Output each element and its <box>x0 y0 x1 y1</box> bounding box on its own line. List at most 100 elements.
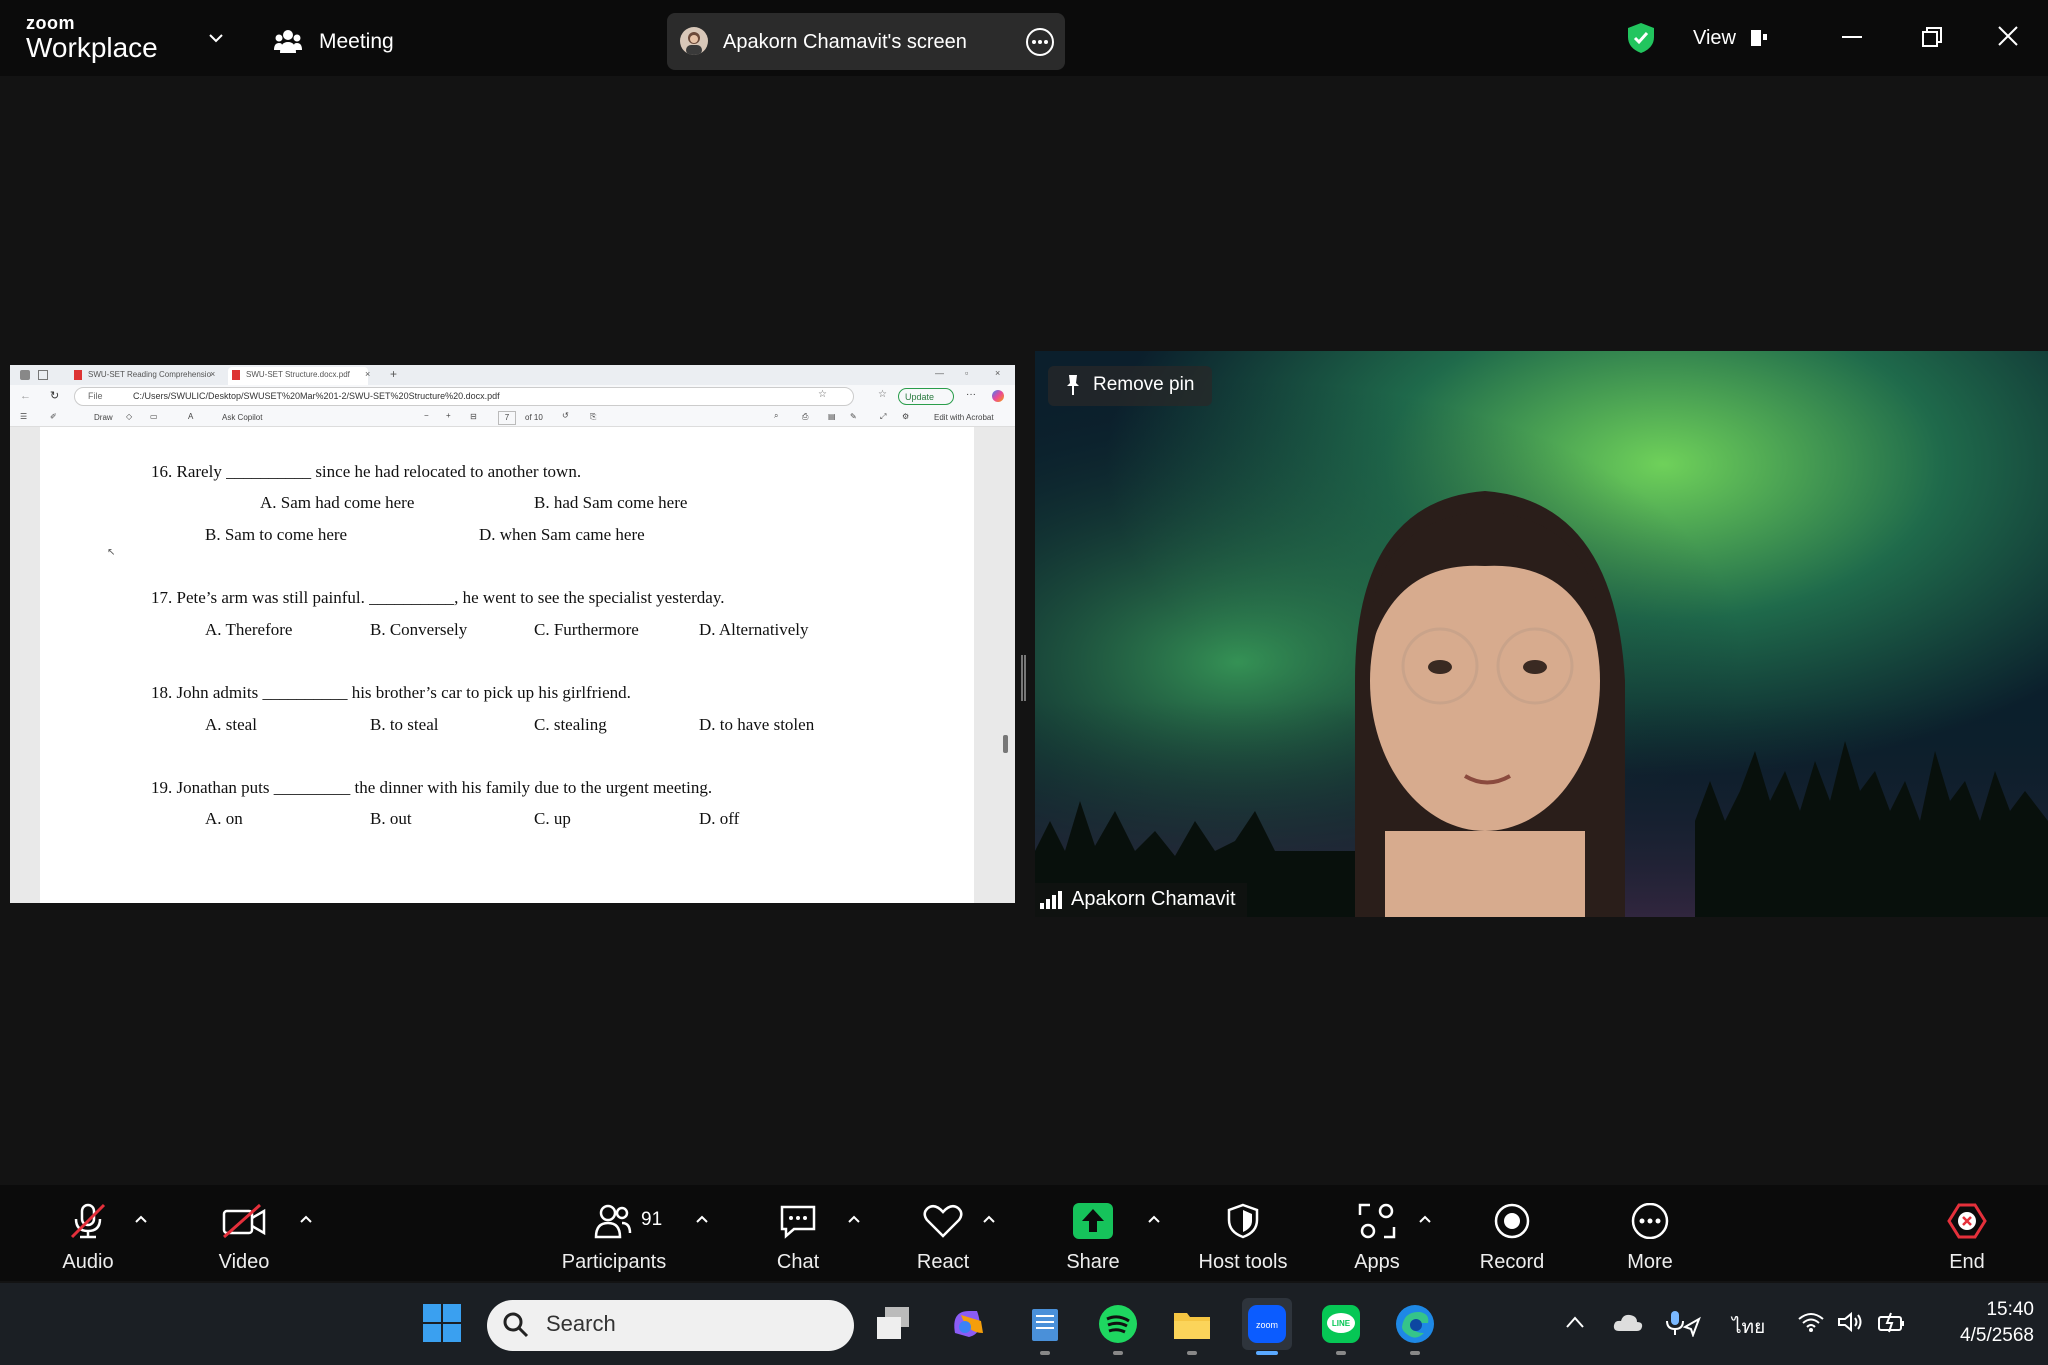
tab-reading-comprehension[interactable]: SWU-SET Reading Comprehensio <box>88 370 211 379</box>
edge-browser-icon[interactable] <box>1394 1303 1436 1345</box>
url-text[interactable]: C:/Users/SWULIC/Desktop/SWUSET%20Mar%201… <box>133 391 500 401</box>
audio-label[interactable]: Audio <box>48 1251 128 1274</box>
edit-icon[interactable]: ✎ <box>850 412 857 421</box>
save-icon[interactable]: ▤ <box>828 412 836 421</box>
chat-label[interactable]: Chat <box>758 1251 838 1274</box>
refresh-icon[interactable]: ↻ <box>50 389 59 402</box>
host-tools-shield-icon[interactable] <box>1227 1203 1259 1239</box>
react-heart-icon[interactable] <box>922 1203 964 1239</box>
zoom-workplace-logo[interactable]: zoom Workplace <box>26 14 158 62</box>
highlight-icon[interactable]: ✐ <box>50 412 57 421</box>
share-screen-icon[interactable] <box>1073 1203 1113 1239</box>
microphone-muted-icon[interactable] <box>68 1203 108 1239</box>
view-menu-label[interactable]: View <box>1693 27 1736 50</box>
spotify-icon[interactable] <box>1097 1303 1139 1345</box>
browser-profile-icon[interactable] <box>20 370 30 380</box>
draw-button[interactable]: Draw <box>94 413 113 422</box>
restore-window-icon[interactable] <box>1921 26 1943 48</box>
taskbar-search-placeholder[interactable]: Search <box>546 1311 616 1337</box>
new-tab-icon[interactable]: + <box>390 367 397 381</box>
page-view-icon[interactable]: ⎘ <box>590 412 596 422</box>
tab-actions-icon[interactable] <box>38 370 48 380</box>
share-options-caret-icon[interactable] <box>1146 1213 1162 1225</box>
security-shield-icon[interactable] <box>1627 22 1655 54</box>
view-layout-icon[interactable] <box>1750 28 1768 48</box>
page-number-input[interactable]: 7 <box>498 411 516 425</box>
copilot-app-icon[interactable] <box>947 1303 989 1345</box>
pdf-scrollbar-thumb[interactable] <box>1003 735 1008 753</box>
browser-minimize-icon[interactable]: — <box>935 368 944 378</box>
onedrive-cloud-icon[interactable] <box>1613 1311 1643 1333</box>
zoom-out-icon[interactable]: − <box>424 411 429 420</box>
video-options-caret-icon[interactable] <box>298 1213 314 1225</box>
windows-start-icon[interactable] <box>422 1303 462 1343</box>
edit-with-acrobat-button[interactable]: Edit with Acrobat <box>934 413 994 422</box>
task-view-icon[interactable] <box>873 1303 915 1345</box>
participants-options-caret-icon[interactable] <box>694 1213 710 1225</box>
video-label[interactable]: Video <box>204 1251 284 1274</box>
eraser-icon[interactable]: ◇ <box>126 412 132 421</box>
search-pdf-icon[interactable]: ⌕ <box>774 411 778 421</box>
close-window-icon[interactable] <box>1996 24 2020 48</box>
tab-close-icon[interactable]: × <box>365 369 370 379</box>
update-button[interactable]: Update <box>898 388 954 405</box>
participants-label[interactable]: Participants <box>554 1251 674 1274</box>
read-aloud-icon[interactable]: A <box>188 412 193 421</box>
volume-icon[interactable] <box>1837 1311 1865 1333</box>
shared-screen[interactable]: SWU-SET Reading Comprehensio × SWU-SET S… <box>10 365 1015 903</box>
show-hidden-icons-chevron-icon[interactable] <box>1565 1315 1585 1329</box>
browser-restore-icon[interactable]: ▫ <box>965 368 968 378</box>
rotate-icon[interactable]: ↺ <box>562 411 569 420</box>
microphone-location-icon[interactable] <box>1665 1309 1701 1337</box>
settings-icon[interactable]: ⚙ <box>902 412 909 421</box>
participants-icon[interactable] <box>594 1203 632 1239</box>
split-view-divider[interactable] <box>1021 655 1026 701</box>
input-language-indicator[interactable]: ไทย <box>1732 1312 1765 1342</box>
copilot-icon[interactable] <box>992 390 1004 402</box>
star-icon[interactable]: ☆ <box>818 389 827 400</box>
notepad-icon[interactable] <box>1024 1303 1066 1345</box>
browser-menu-icon[interactable]: ··· <box>966 389 976 400</box>
more-label[interactable]: More <box>1610 1251 1690 1274</box>
fit-page-icon[interactable]: ⊟ <box>470 412 477 421</box>
back-icon[interactable]: ← <box>20 390 31 402</box>
meeting-people-icon[interactable] <box>274 28 302 54</box>
wifi-icon[interactable] <box>1797 1311 1825 1333</box>
more-icon[interactable] <box>1631 1203 1669 1239</box>
print-icon[interactable]: ⎙ <box>802 412 808 422</box>
participant-video-tile[interactable] <box>1035 351 2048 917</box>
share-label[interactable]: Share <box>1053 1251 1133 1274</box>
contents-icon[interactable]: ☰ <box>20 412 27 421</box>
file-explorer-icon[interactable] <box>1171 1303 1213 1345</box>
tab-structure-pdf[interactable]: SWU-SET Structure.docx.pdf <box>246 370 350 379</box>
apps-icon[interactable] <box>1358 1203 1396 1239</box>
battery-charging-icon[interactable] <box>1877 1311 1907 1333</box>
apps-options-caret-icon[interactable] <box>1417 1213 1433 1225</box>
browser-close-icon[interactable]: × <box>995 368 1000 378</box>
line-app-icon[interactable]: LINE <box>1320 1303 1362 1345</box>
taskbar-search-box[interactable] <box>487 1300 854 1351</box>
zoom-in-icon[interactable]: + <box>446 411 451 420</box>
host-tools-label[interactable]: Host tools <box>1183 1251 1303 1274</box>
end-meeting-icon[interactable] <box>1947 1203 1987 1239</box>
audio-options-caret-icon[interactable] <box>133 1213 149 1225</box>
apps-label[interactable]: Apps <box>1337 1251 1417 1274</box>
fullscreen-icon[interactable]: ⤢ <box>880 412 886 422</box>
remove-pin-label[interactable]: Remove pin <box>1093 374 1194 396</box>
end-label[interactable]: End <box>1927 1251 2007 1274</box>
chevron-down-icon[interactable] <box>206 28 226 48</box>
record-label[interactable]: Record <box>1472 1251 1552 1274</box>
chat-icon[interactable] <box>778 1203 818 1239</box>
tab-close-icon[interactable]: × <box>210 369 215 379</box>
meeting-label[interactable]: Meeting <box>319 30 394 54</box>
react-label[interactable]: React <box>903 1251 983 1274</box>
chat-options-caret-icon[interactable] <box>846 1213 862 1225</box>
minimize-window-icon[interactable] <box>1842 36 1862 38</box>
react-options-caret-icon[interactable] <box>981 1213 997 1225</box>
ask-copilot-button[interactable]: Ask Copilot <box>222 413 262 422</box>
view-icon[interactable]: ▭ <box>150 412 158 421</box>
record-icon[interactable] <box>1494 1203 1530 1239</box>
taskbar-clock[interactable]: 15:40 4/5/2568 <box>1914 1297 2034 1349</box>
more-options-icon[interactable] <box>1026 28 1054 56</box>
favorites-icon[interactable]: ☆ <box>878 389 887 400</box>
